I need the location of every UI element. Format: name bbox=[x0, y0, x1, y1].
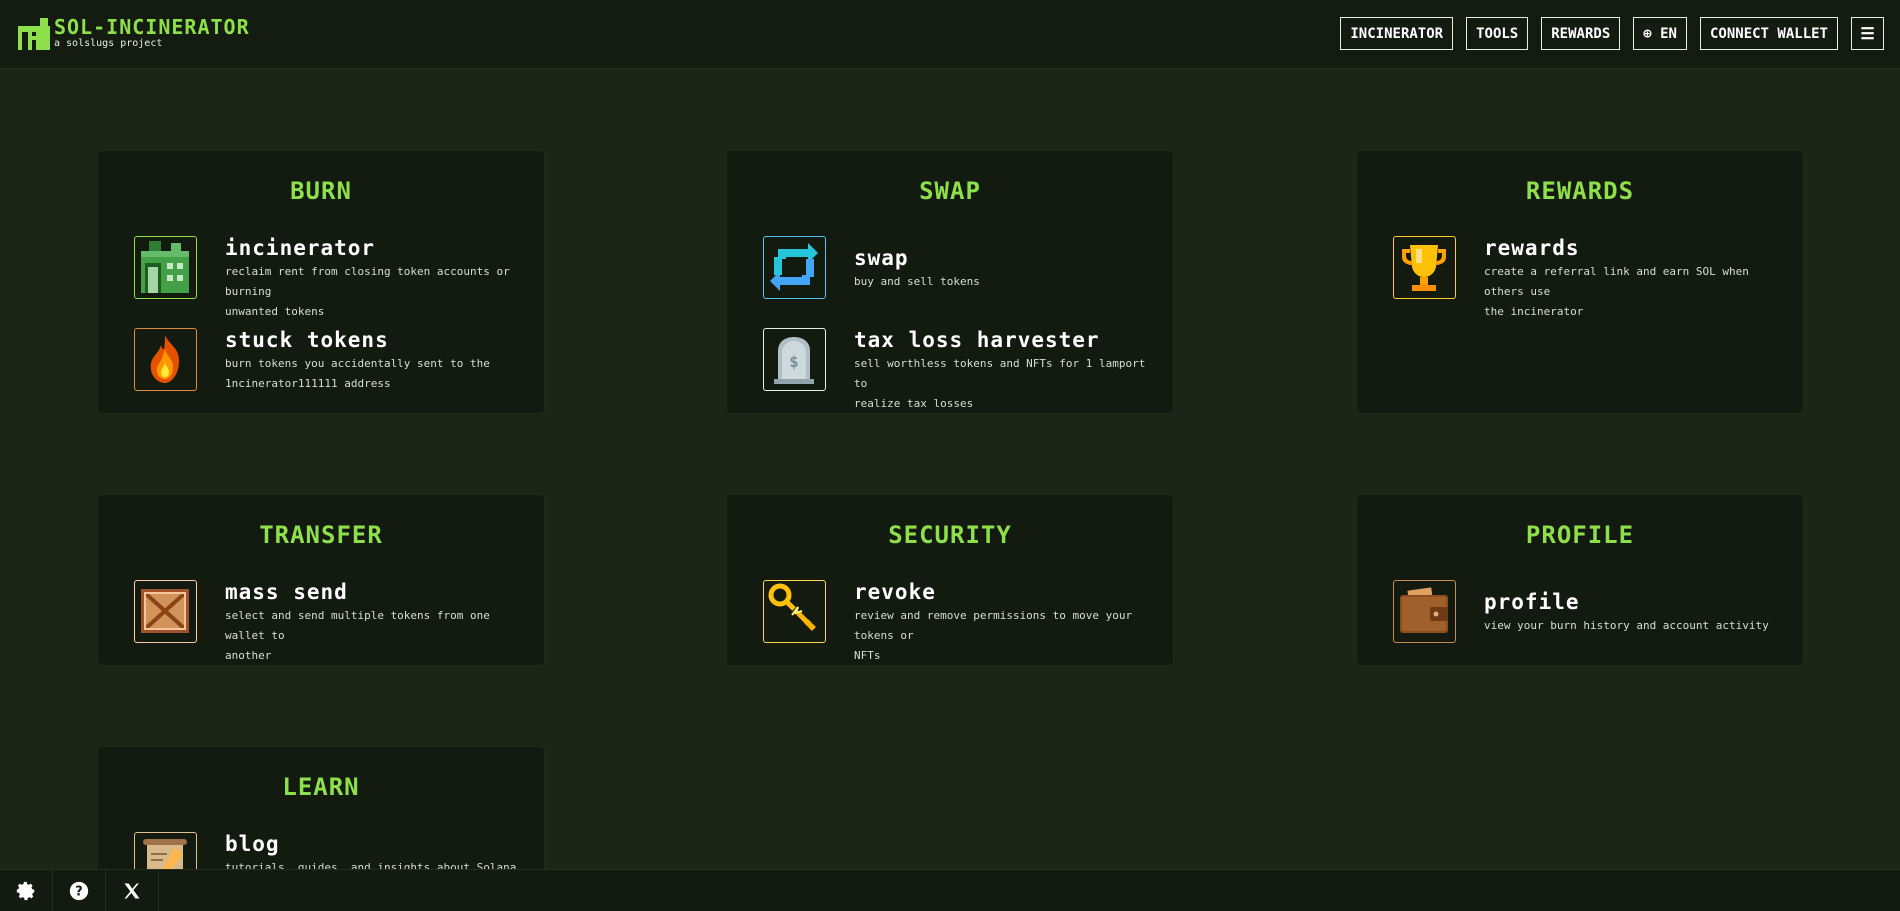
svg-text:?: ? bbox=[75, 885, 82, 900]
building-icon bbox=[134, 236, 197, 299]
help-icon[interactable]: ? bbox=[53, 870, 106, 911]
desc-line: tutorials, guides, and insights about So… bbox=[225, 861, 517, 869]
item-description: review and remove permissions to move yo… bbox=[854, 606, 1155, 666]
broken-key-icon bbox=[763, 580, 826, 643]
item-description: tutorials, guides, and insights about So… bbox=[225, 858, 526, 869]
section-title: BURN bbox=[290, 177, 352, 205]
item-name: revoke bbox=[854, 580, 936, 604]
incinerator-logo-icon bbox=[18, 18, 50, 50]
trophy-icon bbox=[1393, 236, 1456, 299]
logo[interactable]: SOL-INCINERATOR a solslugs project bbox=[18, 15, 250, 50]
x-logo-icon[interactable] bbox=[106, 870, 159, 911]
item-description: create a referral link and earn SOL when… bbox=[1484, 262, 1785, 322]
desc-line: NFTs bbox=[854, 649, 881, 662]
desc-line: buy and sell tokens bbox=[854, 275, 980, 288]
transfer-section: TRANSFER mass send select and send multi… bbox=[97, 494, 545, 666]
item-name: stuck tokens bbox=[225, 328, 389, 352]
desc-line: realize tax losses bbox=[854, 397, 974, 410]
scroll-icon bbox=[134, 832, 197, 869]
item-name: swap bbox=[854, 246, 909, 270]
nav-tools-button[interactable]: TOOLS bbox=[1466, 17, 1529, 50]
section-title: SWAP bbox=[919, 177, 981, 205]
hamburger-menu-icon[interactable]: ☰ bbox=[1851, 17, 1884, 50]
desc-line: sell worthless tokens and NFTs for 1 lam… bbox=[854, 357, 1146, 390]
section-title: LEARN bbox=[282, 773, 360, 801]
desc-line: reclaim rent from closing token accounts… bbox=[225, 265, 510, 298]
desc-line: unwanted tokens bbox=[225, 305, 325, 318]
profile-section: PROFILE profile view your burn history a… bbox=[1356, 494, 1804, 666]
logo-subtitle: a solslugs project bbox=[54, 38, 163, 49]
desc-line: create a referral link and earn SOL when… bbox=[1484, 265, 1749, 298]
item-description: sell worthless tokens and NFTs for 1 lam… bbox=[854, 354, 1155, 414]
swap-tool-link[interactable]: swap buy and sell tokens bbox=[763, 236, 1155, 299]
security-section: SECURITY revoke review and remove permis… bbox=[726, 494, 1174, 666]
profile-tool-link[interactable]: profile view your burn history and accou… bbox=[1393, 580, 1785, 643]
page-content: SOL-INCINERATOR a solslugs project INCIN… bbox=[0, 0, 1900, 869]
connect-wallet-button[interactable]: CONNECT WALLET bbox=[1699, 17, 1838, 50]
incinerator-tool-link[interactable]: incinerator reclaim rent from closing to… bbox=[134, 236, 526, 322]
item-name: blog bbox=[225, 832, 280, 856]
stuck-tokens-tool-link[interactable]: stuck tokens burn tokens you accidentall… bbox=[134, 328, 526, 394]
top-header: SOL-INCINERATOR a solslugs project INCIN… bbox=[0, 0, 1900, 69]
section-title: SECURITY bbox=[888, 521, 1012, 549]
language-button[interactable]: ⊕ EN bbox=[1633, 17, 1687, 50]
item-description: view your burn history and account activ… bbox=[1484, 616, 1769, 636]
item-name: tax loss harvester bbox=[854, 328, 1100, 352]
crate-icon bbox=[134, 580, 197, 643]
desc-line: select and send multiple tokens from one… bbox=[225, 609, 490, 642]
rewards-tool-link[interactable]: rewards create a referral link and earn … bbox=[1393, 236, 1785, 322]
item-name: profile bbox=[1484, 590, 1580, 614]
rewards-section: REWARDS rewards create a referral link a… bbox=[1356, 150, 1804, 414]
item-name: incinerator bbox=[225, 236, 376, 260]
tax-loss-harvester-tool-link[interactable]: $ tax loss harvester sell worthless toke… bbox=[763, 328, 1155, 414]
bottom-toolbar: ? bbox=[0, 869, 1900, 911]
item-description: buy and sell tokens bbox=[854, 272, 980, 292]
wallet-icon bbox=[1393, 580, 1456, 643]
top-nav: INCINERATOR TOOLS REWARDS ⊕ EN CONNECT W… bbox=[1340, 17, 1884, 50]
desc-line: review and remove permissions to move yo… bbox=[854, 609, 1133, 642]
item-name: rewards bbox=[1484, 236, 1580, 260]
nav-rewards-button[interactable]: REWARDS bbox=[1541, 17, 1621, 50]
nav-incinerator-button[interactable]: INCINERATOR bbox=[1340, 17, 1454, 50]
item-description: burn tokens you accidentally sent to the… bbox=[225, 354, 490, 394]
section-title: PROFILE bbox=[1525, 521, 1635, 549]
svg-text:$: $ bbox=[789, 352, 799, 371]
gear-icon[interactable] bbox=[0, 870, 53, 911]
burn-section: BURN incinerator reclaim rent from closi… bbox=[97, 150, 545, 414]
desc-line: the incinerator bbox=[1484, 305, 1584, 318]
item-description: reclaim rent from closing token accounts… bbox=[225, 262, 526, 322]
desc-line: 1ncinerator111111 address bbox=[225, 377, 391, 390]
logo-title: SOL-INCINERATOR bbox=[54, 15, 250, 39]
revoke-tool-link[interactable]: revoke review and remove permissions to … bbox=[763, 580, 1155, 666]
desc-line: burn tokens you accidentally sent to the bbox=[225, 357, 490, 370]
mass-send-tool-link[interactable]: mass send select and send multiple token… bbox=[134, 580, 526, 666]
swap-section: SWAP swap buy and sell tokens $ tax loss… bbox=[726, 150, 1174, 414]
item-description: select and send multiple tokens from one… bbox=[225, 606, 526, 666]
learn-section: LEARN blog tutorials, guides, and insigh… bbox=[97, 746, 545, 869]
blog-tool-link[interactable]: blog tutorials, guides, and insights abo… bbox=[134, 832, 526, 869]
swap-arrows-icon bbox=[763, 236, 826, 299]
fire-icon bbox=[134, 328, 197, 391]
tombstone-icon: $ bbox=[763, 328, 826, 391]
section-title: REWARDS bbox=[1525, 177, 1635, 205]
desc-line: another bbox=[225, 649, 272, 662]
section-title: TRANSFER bbox=[259, 521, 383, 549]
desc-line: view your burn history and account activ… bbox=[1484, 619, 1769, 632]
item-name: mass send bbox=[225, 580, 348, 604]
